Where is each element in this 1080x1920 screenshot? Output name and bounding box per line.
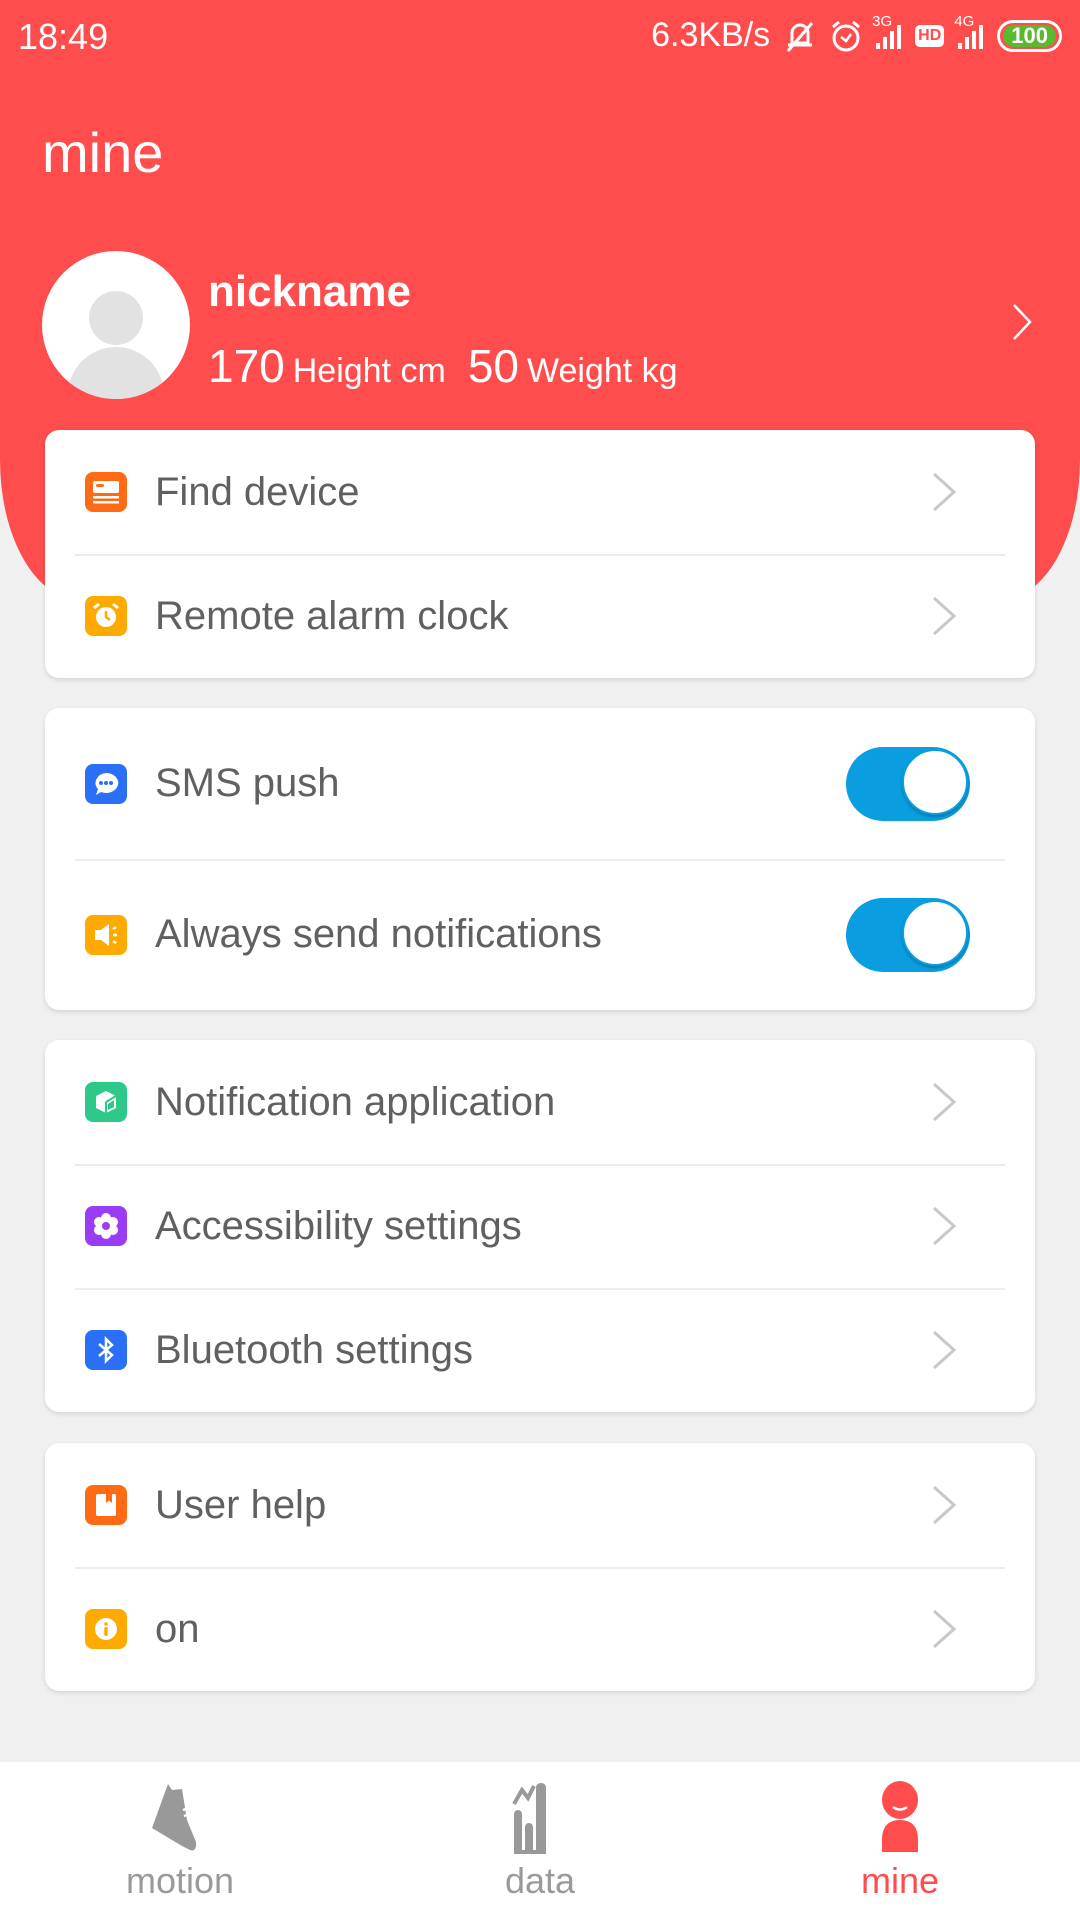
body-stats: 170 Height cm 50 Weight kg xyxy=(208,339,700,393)
menu-item-sms-push: SMS push xyxy=(45,708,1035,859)
menu-item-always-send-notifications: Always send notifications xyxy=(45,859,1035,1010)
network-speed: 6.3KB/s xyxy=(651,16,771,54)
bar-chart-icon xyxy=(512,1783,546,1854)
battery-icon: 100 xyxy=(997,19,1062,52)
menu-item-label: Bluetooth settings xyxy=(155,1327,473,1372)
tab-label: data xyxy=(504,1860,576,1901)
chevron-right-icon xyxy=(932,1485,957,1525)
status-bar: 18:49 6.3KB/s 3G HD 4G 100 xyxy=(0,0,1080,75)
menu-item-bluetooth-settings[interactable]: Bluetooth settings xyxy=(45,1288,1035,1412)
page-title: mine xyxy=(42,121,164,184)
shoe-icon xyxy=(152,1784,197,1851)
menu-item-find-device[interactable]: Find device xyxy=(45,430,1035,554)
chevron-right-icon xyxy=(932,1330,957,1370)
menu-item-label: Remote alarm clock xyxy=(155,593,509,638)
status-time: 18:49 xyxy=(18,16,109,57)
chevron-right-icon xyxy=(932,472,957,512)
avatar[interactable] xyxy=(42,251,190,399)
menu-item-label: Notification application xyxy=(155,1079,556,1124)
menu-item-remote-alarm-clock[interactable]: Remote alarm clock xyxy=(45,554,1035,678)
signal-4g-icon: 4G xyxy=(954,13,984,49)
menu-item-label: User help xyxy=(155,1482,327,1527)
flower-gear-icon xyxy=(85,1206,127,1246)
tab-motion[interactable]: motion xyxy=(0,1762,360,1920)
tab-label: motion xyxy=(125,1860,235,1901)
sms-push-toggle[interactable] xyxy=(846,746,970,821)
chevron-right-icon xyxy=(932,1609,957,1649)
signal-3g-icon: 3G xyxy=(872,13,902,49)
tab-data[interactable]: data xyxy=(360,1762,720,1920)
tab-mine[interactable]: mine xyxy=(720,1762,1080,1920)
nickname: nickname xyxy=(208,267,411,316)
help-card: User help on xyxy=(45,1443,1035,1691)
message-icon xyxy=(85,763,127,804)
speaker-icon xyxy=(85,914,127,955)
menu-item-about[interactable]: on xyxy=(45,1567,1035,1691)
menu-item-accessibility-settings[interactable]: Accessibility settings xyxy=(45,1164,1035,1288)
device-card-icon xyxy=(85,472,127,512)
chevron-right-icon xyxy=(932,1082,957,1122)
always-send-notifications-toggle[interactable] xyxy=(846,897,970,972)
menu-item-label: Always send notifications xyxy=(155,912,602,956)
chevron-right-icon xyxy=(932,596,957,636)
menu-item-label: on xyxy=(155,1606,200,1651)
app-cube-icon xyxy=(85,1082,127,1122)
push-card: SMS push Always send notifications xyxy=(45,708,1035,1010)
alarm-clock-icon xyxy=(85,596,127,636)
device-card: Find device Remote alarm clock xyxy=(45,430,1035,678)
menu-item-label: SMS push xyxy=(155,761,340,805)
menu-item-user-help[interactable]: User help xyxy=(45,1443,1035,1567)
weight-value: 50 xyxy=(467,340,519,392)
menu-item-label: Accessibility settings xyxy=(155,1203,522,1248)
bluetooth-icon xyxy=(85,1330,127,1370)
chevron-right-icon xyxy=(932,1206,957,1246)
hd-icon: HD xyxy=(915,24,945,47)
settings-card: Notification application Accessibility s… xyxy=(45,1040,1035,1412)
chevron-right-icon[interactable] xyxy=(1000,297,1040,347)
height-value: 170 xyxy=(208,340,285,392)
alarm-icon xyxy=(830,19,862,53)
bottom-nav: motion data mine xyxy=(0,1762,1080,1920)
bookmark-book-icon xyxy=(85,1485,127,1525)
menu-item-label: Find device xyxy=(155,469,360,514)
battery-level: 100 xyxy=(1003,24,1056,47)
profile-section[interactable]: nickname 170 Height cm 50 Weight kg xyxy=(42,251,1040,401)
weight-unit: Weight kg xyxy=(526,352,678,390)
person-icon xyxy=(882,1781,918,1852)
tab-label: mine xyxy=(860,1860,940,1901)
height-unit: Height cm xyxy=(292,352,446,390)
menu-item-notification-application[interactable]: Notification application xyxy=(45,1040,1035,1164)
bell-muted-icon xyxy=(784,19,816,53)
info-icon xyxy=(85,1609,127,1649)
